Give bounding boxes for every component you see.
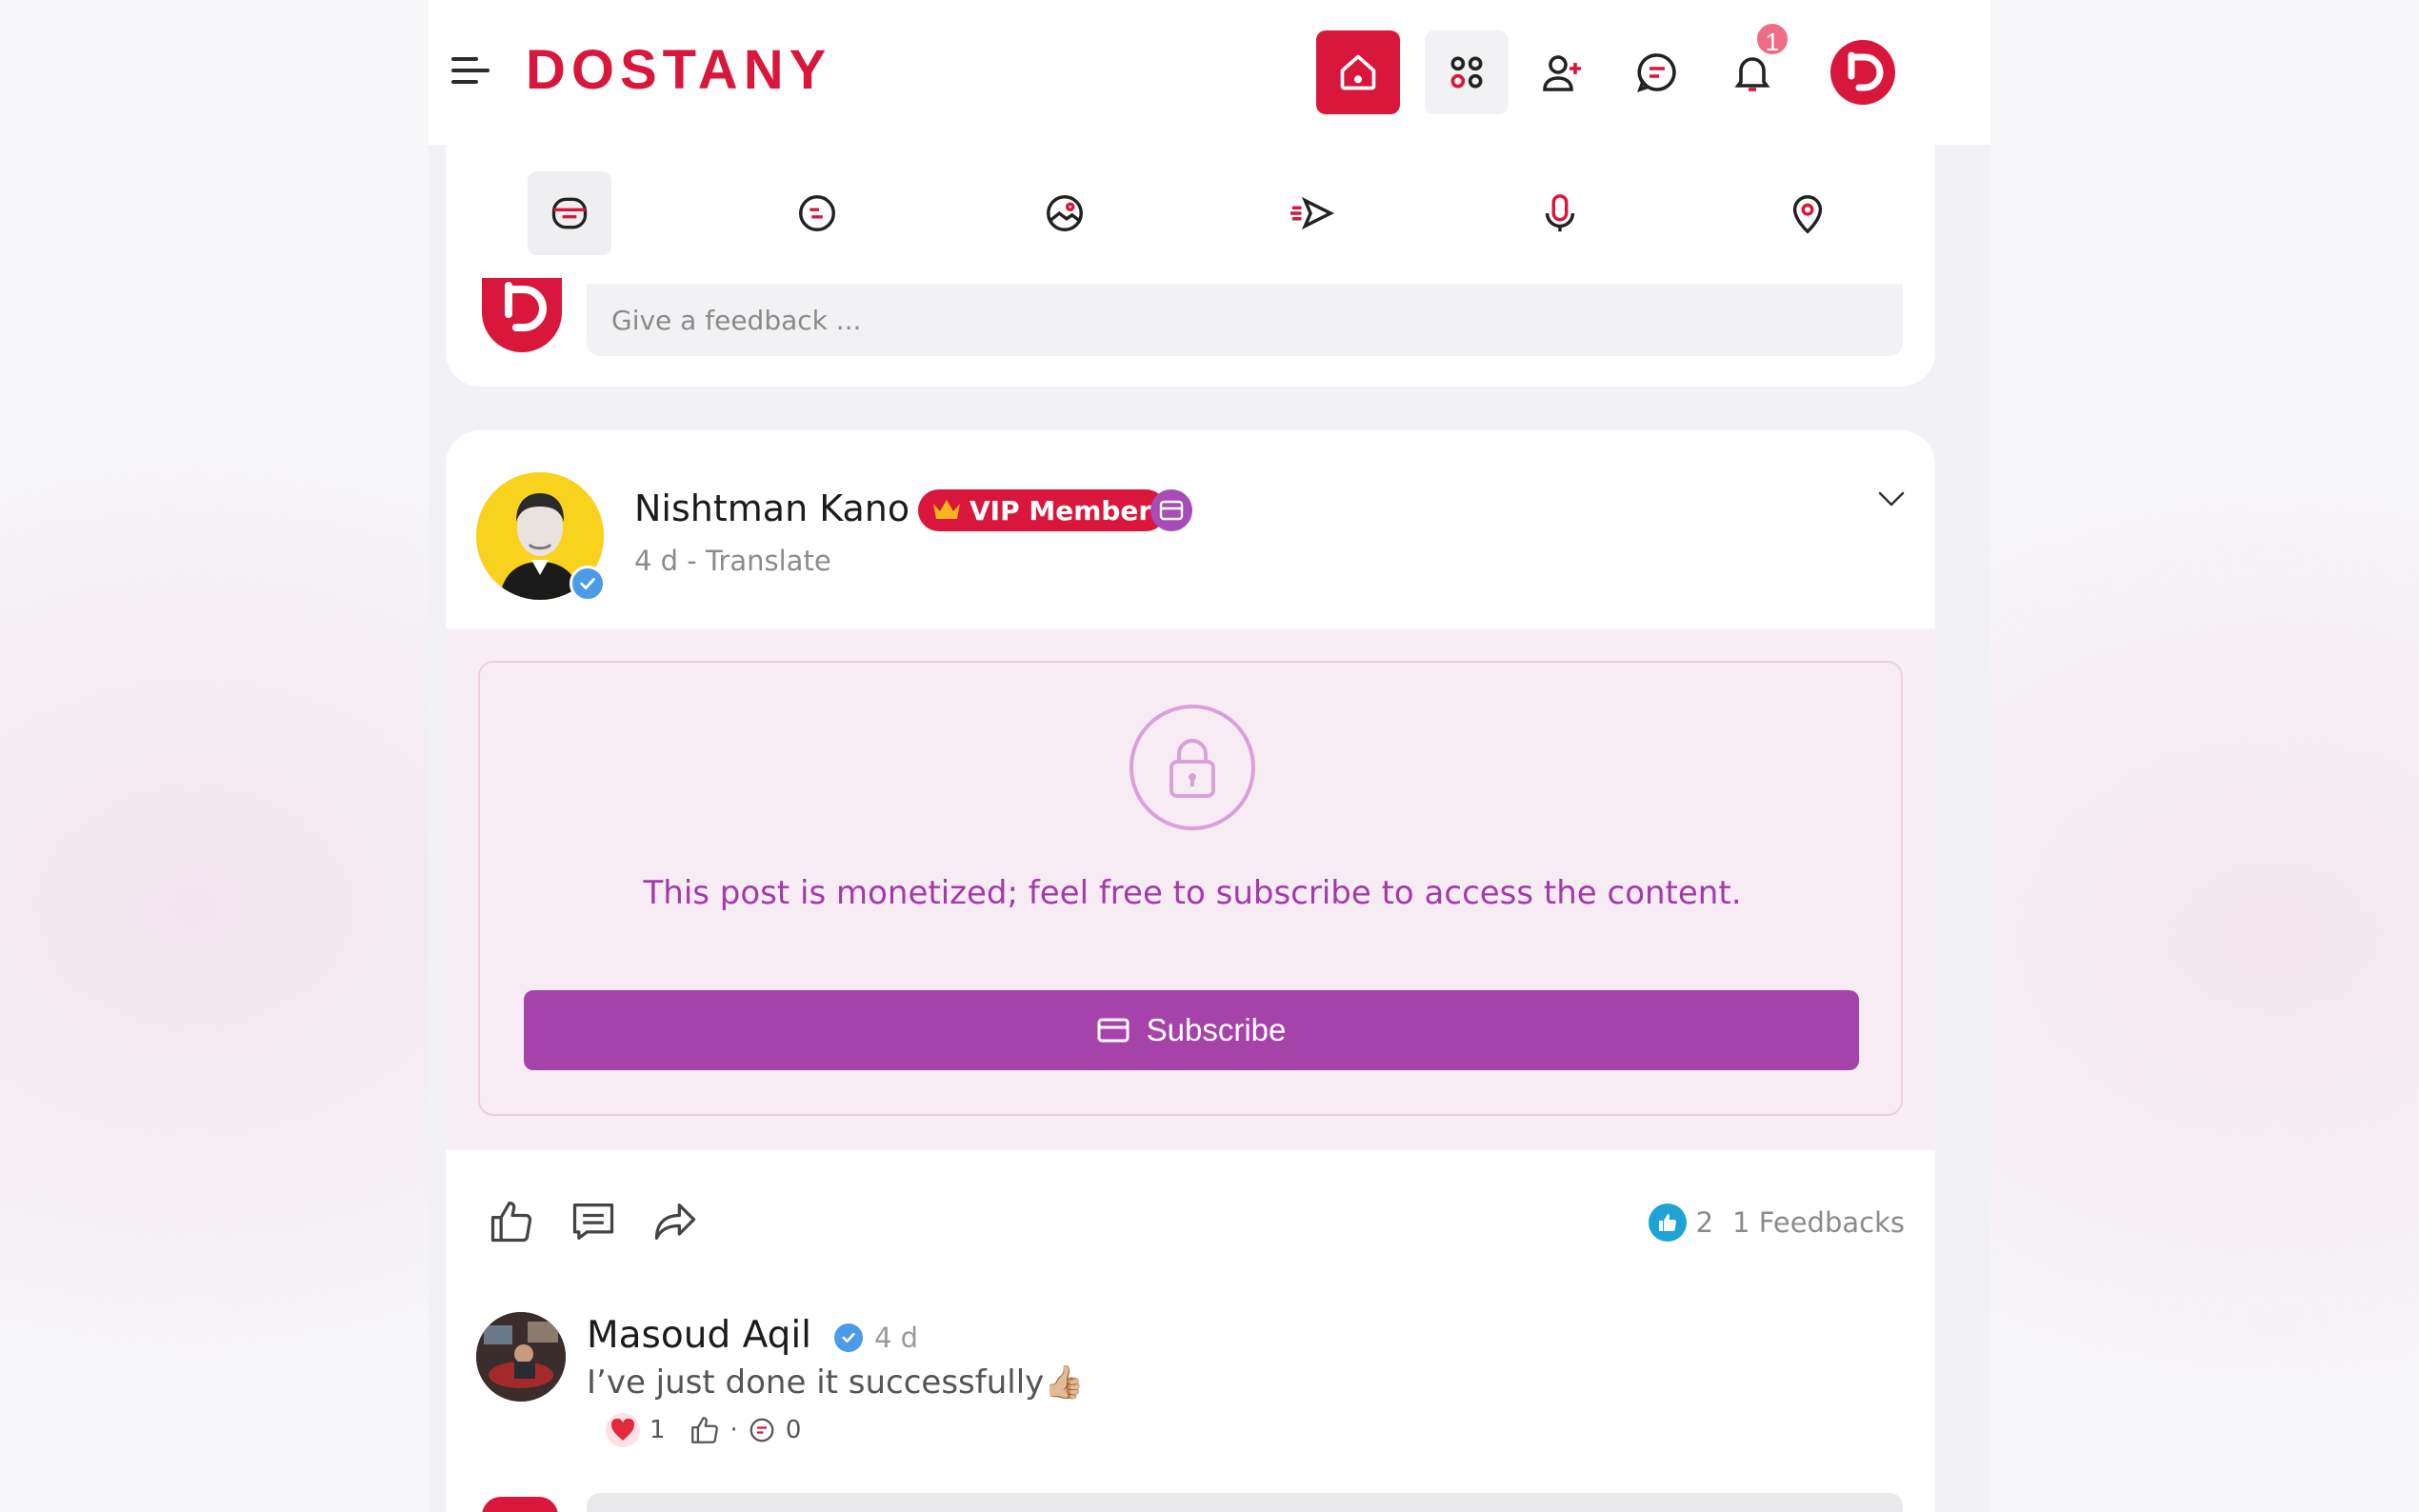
like-reaction-icon [1648, 1204, 1687, 1242]
crown-icon [933, 500, 960, 519]
comment-reactions: 1 · 0 [606, 1413, 801, 1447]
subscribe-button[interactable]: Subscribe [524, 990, 1859, 1070]
comment-item: Masoud Aqil 4 d I’ve just done it succes… [446, 1274, 1935, 1464]
notification-count-badge: 1 [1754, 21, 1790, 57]
location-icon [1792, 195, 1823, 234]
comment-time: 4 d [874, 1322, 919, 1354]
apps-grid-icon [1450, 56, 1483, 89]
post-card: Nishtman Kano VIP Member 4 d - Translate [446, 430, 1935, 1512]
next-comment-input[interactable] [587, 1493, 1903, 1512]
comment-icon[interactable] [568, 1196, 619, 1247]
reply-count: 0 [785, 1416, 802, 1444]
next-comment-composer [446, 1487, 1935, 1512]
home-button[interactable] [1316, 30, 1400, 114]
tab-location[interactable] [1766, 171, 1849, 255]
notifications-button[interactable]: 1 [1710, 21, 1794, 114]
post-composer [446, 145, 1935, 387]
locked-content-area: This post is monetized; feel free to sub… [446, 628, 1935, 1150]
vip-label: VIP Member [970, 494, 1152, 527]
profile-logo-icon [1848, 51, 1884, 91]
tab-boost[interactable] [1270, 171, 1354, 255]
comment-text: I’ve just done it successfully👍🏼 [587, 1363, 1085, 1402]
next-avatar [482, 1497, 558, 1512]
subscribe-label: Subscribe [1146, 1012, 1287, 1047]
commenter-avatar[interactable] [476, 1312, 566, 1402]
heart-count: 1 [650, 1416, 666, 1444]
text-post-icon [551, 197, 588, 229]
verified-badge-icon [834, 1323, 863, 1352]
user-avatar[interactable] [1830, 40, 1895, 105]
author-name[interactable]: Nishtman Kano [634, 487, 910, 529]
tab-photo[interactable] [1023, 171, 1107, 255]
post-options-chevron-down-icon[interactable] [1870, 478, 1912, 520]
friend-requests-button[interactable] [1520, 30, 1604, 114]
monetized-message: This post is monetized; feel free to sub… [643, 874, 1742, 912]
messages-button[interactable] [1615, 30, 1699, 114]
reaction-count[interactable]: 2 [1696, 1206, 1713, 1239]
commenter-name[interactable]: Masoud Aqil [587, 1314, 811, 1357]
post-actions: 2 1 Feedbacks [446, 1150, 1935, 1274]
composer-tabs [446, 145, 1935, 284]
post-stats: 2 1 Feedbacks [1648, 1204, 1905, 1242]
post-header: Nishtman Kano VIP Member 4 d - Translate [446, 430, 1935, 628]
apps-button[interactable] [1425, 30, 1509, 114]
photo-icon [1047, 195, 1083, 231]
translate-link[interactable]: Translate [706, 545, 831, 577]
heart-reaction-icon[interactable] [606, 1413, 640, 1447]
dostany-logo[interactable]: DOSTANY [526, 42, 831, 99]
profile-logo-icon [505, 282, 547, 331]
tab-text-post[interactable] [528, 171, 611, 255]
post-meta: 4 d - Translate [634, 545, 831, 577]
reply-icon[interactable] [748, 1416, 776, 1444]
tab-feeling[interactable] [775, 171, 859, 255]
hamburger-menu-icon[interactable] [450, 50, 491, 91]
like-thumb-icon[interactable] [689, 1414, 721, 1446]
reaction-separator: · [730, 1416, 738, 1444]
microphone-icon [1545, 194, 1575, 232]
like-thumb-icon[interactable] [486, 1196, 537, 1247]
feedback-input[interactable] [587, 284, 1903, 356]
post-time: 4 d [634, 545, 679, 577]
commenter-photo [476, 1312, 566, 1402]
tab-voice[interactable] [1518, 171, 1602, 255]
home-icon [1340, 54, 1376, 90]
verified-badge-icon [570, 566, 606, 602]
locked-content-box: This post is monetized; feel free to sub… [478, 661, 1903, 1116]
messages-icon [1637, 53, 1676, 92]
lock-icon [1130, 705, 1255, 830]
subscription-card-icon [1150, 489, 1192, 531]
share-icon[interactable] [650, 1196, 701, 1247]
meta-separator: - [687, 545, 697, 577]
feedbacks-count-link[interactable]: 1 Feedbacks [1732, 1206, 1905, 1239]
boost-icon [1290, 196, 1335, 230]
feeling-icon [799, 195, 835, 231]
composer-avatar[interactable] [482, 278, 562, 352]
vip-member-badge: VIP Member [918, 489, 1168, 531]
add-user-icon [1543, 55, 1581, 91]
top-navigation-bar: DOSTANY 1 [429, 0, 1990, 145]
credit-card-icon [1097, 1018, 1130, 1043]
main-column: DOSTANY 1 Give a feedback ... Nishtman K… [429, 0, 1990, 1512]
